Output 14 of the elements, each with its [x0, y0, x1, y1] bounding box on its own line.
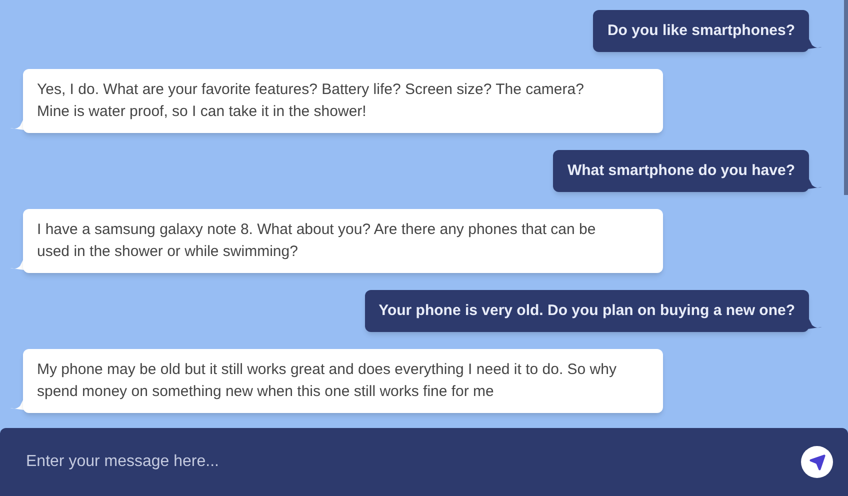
message-bubble: Your phone is very old. Do you plan on buying a new one? — [364, 290, 809, 332]
message-bubble: Yes, I do. What are your favorite features? Battery life? Screen size? The camera? Mine is water proof, so I can take it in the shower! — [23, 69, 663, 133]
message-bubble: My phone may be old but it still works great and does everything I need it to do. So why spend money on something new when this one still works fine for me — [23, 349, 663, 413]
message-bubble: I have a samsung galaxy note 8. What about you? Are there any phones that can be used in the shower or while swimming? — [23, 209, 663, 273]
send-icon — [808, 454, 826, 470]
scrollbar[interactable] — [844, 0, 848, 195]
bubble-tail — [808, 37, 822, 49]
message-input[interactable]: Enter your message here... — [26, 450, 801, 474]
bubble-tail — [808, 317, 822, 329]
message-bubble: What smartphone do you have? — [553, 150, 809, 192]
bubble-tail — [808, 177, 822, 189]
message-field[interactable]: Enter your message here... — [0, 428, 848, 496]
message-bubble: Do you like smartphones? — [593, 10, 809, 52]
send-button[interactable] — [801, 446, 833, 478]
